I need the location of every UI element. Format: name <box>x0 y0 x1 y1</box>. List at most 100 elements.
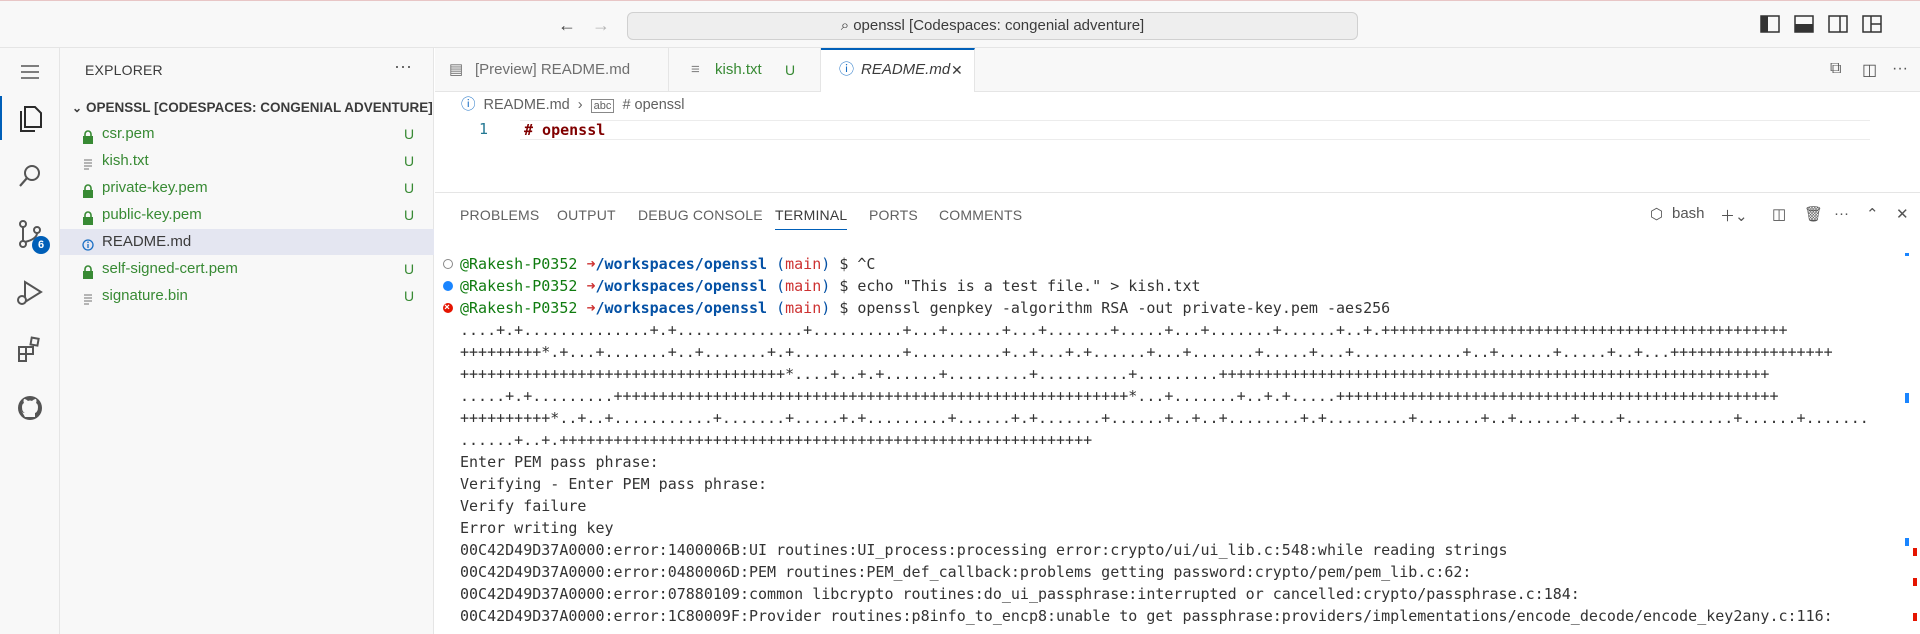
tab-ports[interactable]: PORTS <box>869 207 918 223</box>
search-icon[interactable] <box>12 158 48 194</box>
terminal-output-line: +++++++++*.+...+.......+..+.......+.+...… <box>460 343 1833 361</box>
terminal-prompt-line: @Rakesh-P0352 ➜/workspaces/openssl (main… <box>460 299 1391 317</box>
forward-button[interactable]: → <box>590 14 612 36</box>
scrollbar-marker <box>1905 538 1909 546</box>
file-name: csr.pem <box>102 125 155 142</box>
command-center-label: openssl [Codespaces: congenial adventure… <box>853 17 1145 34</box>
breadcrumb-symbol[interactable]: # openssl <box>622 97 684 113</box>
terminal-output-line: 00C42D49D37A0000:error:1C80009F:Provider… <box>460 607 1833 625</box>
run-debug-icon[interactable] <box>12 274 48 310</box>
folder-name: OPENSSL [CODESPACES: CONGENIAL ADVENTURE… <box>86 100 433 115</box>
terminal-output-line: Error writing key <box>460 519 614 537</box>
lock-icon <box>82 262 94 279</box>
tab-debug-console[interactable]: DEBUG CONSOLE <box>638 207 763 223</box>
menu-icon[interactable] <box>12 54 48 79</box>
activity-bar: 6 <box>0 48 60 634</box>
editor-tabs: ▤ [Preview] README.md ≡ kish.txt U ⓘ REA… <box>435 48 1920 92</box>
tab-problems[interactable]: PROBLEMS <box>460 207 539 223</box>
open-preview-icon[interactable]: ⧉ <box>1830 60 1850 80</box>
tab-output[interactable]: OUTPUT <box>557 207 616 223</box>
explorer-icon[interactable] <box>0 96 48 140</box>
file-item-csr-pem[interactable]: csr.pem U <box>60 121 434 147</box>
tab-label: [Preview] README.md <box>475 61 631 78</box>
command-decoration-error[interactable] <box>443 297 453 319</box>
line-number: 1 <box>479 120 489 138</box>
back-button[interactable]: ← <box>556 14 578 36</box>
info-icon <box>82 235 94 251</box>
terminal-shell-label[interactable]: bash <box>1672 205 1705 222</box>
terminal-icon: ⬡ <box>1650 206 1664 223</box>
file-name: signature.bin <box>102 287 188 304</box>
trash-icon[interactable]: 🗑 <box>1804 205 1823 223</box>
terminal-output-line: 00C42D49D37A0000:error:0480006D:PEM rout… <box>460 563 1472 581</box>
lock-icon <box>82 127 94 144</box>
lock-icon <box>82 181 94 198</box>
tab-kish-txt[interactable]: ≡ kish.txt U <box>669 48 821 92</box>
text-file-icon: ≡ <box>691 61 700 78</box>
folder-header[interactable]: ⌄ OPENSSL [CODESPACES: CONGENIAL ADVENTUR… <box>60 96 434 120</box>
github-icon[interactable] <box>12 390 48 426</box>
panel-actions: ⬡ bash ＋⌄ ◫ 🗑 ··· ⌃ ✕ <box>1650 205 1920 227</box>
sidebar-more-actions-button[interactable]: ··· <box>394 56 412 77</box>
symbol-icon: abc <box>590 99 615 113</box>
code-editor[interactable]: 1 # openssl <box>435 118 1920 192</box>
file-name: README.md <box>102 233 192 250</box>
file-name: public-key.pem <box>102 206 202 223</box>
breadcrumb-file[interactable]: README.md <box>484 97 570 113</box>
command-decoration-default[interactable] <box>443 259 453 269</box>
close-icon[interactable]: ✕ <box>1896 205 1909 223</box>
tab-status: U <box>785 62 796 78</box>
toggle-secondary-sidebar-icon[interactable] <box>1828 15 1848 33</box>
text-file-icon <box>82 289 94 305</box>
text-file-icon <box>82 154 94 170</box>
tab-label: README.md <box>861 61 951 78</box>
close-icon[interactable]: ✕ <box>951 50 963 90</box>
file-item-readme-md[interactable]: README.md <box>60 229 434 255</box>
toggle-primary-sidebar-icon[interactable] <box>1760 15 1780 33</box>
terminal-output[interactable]: @Rakesh-P0352 ➜/workspaces/openssl (main… <box>435 253 1905 634</box>
terminal-output-line: 00C42D49D37A0000:error:07880109:common l… <box>460 585 1580 603</box>
tab-readme-md[interactable]: ⓘ README.md ✕ <box>821 48 975 92</box>
code-line[interactable]: # openssl <box>520 120 1870 140</box>
more-actions-icon[interactable]: ··· <box>1892 60 1912 80</box>
tab-terminal[interactable]: TERMINAL <box>775 207 848 230</box>
file-item-signature-bin[interactable]: signature.bin U <box>60 283 434 309</box>
file-status: U <box>404 153 415 169</box>
file-item-public-key-pem[interactable]: public-key.pem U <box>60 202 434 228</box>
customize-layout-icon[interactable] <box>1862 15 1882 33</box>
terminal-output-line: .....+.+.........+++++++++++++++++++++++… <box>460 387 1779 405</box>
scrollbar-error-marker <box>1913 578 1917 586</box>
breadcrumb: ⓘ README.md › abc # openssl <box>435 92 1920 118</box>
terminal-output-line: ......+..+.+++++++++++++++++++++++++++++… <box>460 431 1093 449</box>
terminal-output-line: Enter PEM pass phrase: <box>460 453 659 471</box>
info-icon: ⓘ <box>461 97 476 113</box>
more-actions-icon[interactable]: ··· <box>1834 205 1849 222</box>
file-status: U <box>404 126 415 142</box>
scrollbar-marker <box>1905 253 1909 256</box>
lock-icon <box>82 208 94 225</box>
source-control-icon[interactable]: 6 <box>12 216 50 254</box>
file-status: U <box>404 180 415 196</box>
tab-label: kish.txt <box>715 61 762 78</box>
file-item-kish-txt[interactable]: kish.txt U <box>60 148 434 174</box>
tab-preview-readme[interactable]: ▤ [Preview] README.md <box>435 48 669 92</box>
layout-controls <box>1760 15 1920 37</box>
file-item-self-signed-cert-pem[interactable]: self-signed-cert.pem U <box>60 256 434 282</box>
terminal-output-line: ++++++++++++++++++++++++++++++++++++*...… <box>460 365 1770 383</box>
tab-comments[interactable]: COMMENTS <box>939 207 1022 223</box>
bottom-panel: PROBLEMS OUTPUT DEBUG CONSOLE TERMINAL P… <box>435 192 1920 634</box>
command-decoration-success[interactable] <box>443 281 453 291</box>
split-editor-icon[interactable]: ◫ <box>1862 60 1882 80</box>
file-item-private-key-pem[interactable]: private-key.pem U <box>60 175 434 201</box>
chevron-right-icon: › <box>577 97 583 113</box>
new-terminal-icon[interactable]: ＋⌄ <box>1720 205 1748 226</box>
file-name: private-key.pem <box>102 179 208 196</box>
file-status: U <box>404 288 415 304</box>
explorer-sidebar: EXPLORER ··· ⌄ OPENSSL [CODESPACES: CONGE… <box>60 48 434 634</box>
split-terminal-icon[interactable]: ◫ <box>1772 205 1786 223</box>
toggle-panel-icon[interactable] <box>1794 15 1814 33</box>
extensions-icon[interactable] <box>12 332 48 368</box>
terminal-output-line: Verify failure <box>460 497 587 515</box>
chevron-up-icon[interactable]: ⌃ <box>1866 205 1879 223</box>
command-center-search[interactable]: ⌕ openssl [Codespaces: congenial adventur… <box>627 12 1358 40</box>
